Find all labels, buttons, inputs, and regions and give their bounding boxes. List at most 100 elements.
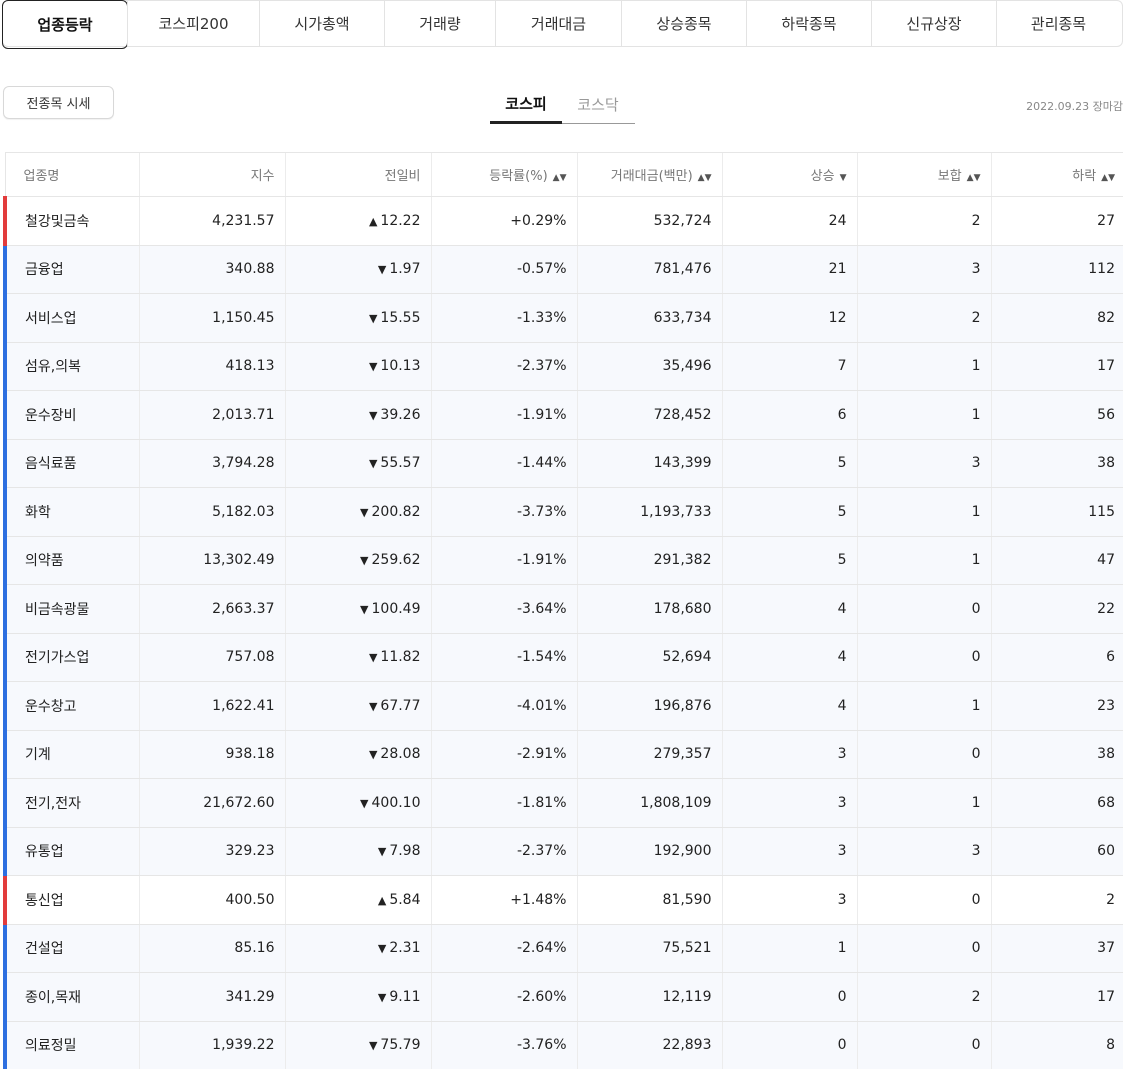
col-rate[interactable]: 등락률(%) ▲▼ bbox=[430, 152, 577, 197]
amount-value: 279,357 bbox=[576, 730, 722, 779]
amount-value: 52,694 bbox=[576, 633, 722, 682]
amount-value: 12,119 bbox=[576, 972, 722, 1022]
tab-0[interactable]: 업종등락 bbox=[2, 0, 128, 49]
tab-7[interactable]: 신규상장 bbox=[871, 1, 996, 46]
flat-count: 0 bbox=[856, 730, 991, 779]
sector-name[interactable]: 통신업 bbox=[3, 875, 139, 925]
sort-icon[interactable]: ▲▼ bbox=[967, 173, 981, 183]
sector-name[interactable]: 건설업 bbox=[3, 924, 139, 973]
table-row[interactable]: 기계 938.18 ▼ 28.08 -2.91% 279,357 3 0 38 bbox=[3, 730, 1123, 779]
change-cell: ▼ 75.79 bbox=[284, 1021, 431, 1069]
sector-name[interactable]: 서비스업 bbox=[3, 293, 139, 343]
amount-value: 1,808,109 bbox=[576, 778, 722, 828]
change-cell: ▼ 39.26 bbox=[284, 390, 431, 440]
sector-name[interactable]: 유통업 bbox=[3, 827, 139, 876]
sector-name[interactable]: 철강및금속 bbox=[3, 196, 139, 246]
col-flat[interactable]: 보합 ▲▼ bbox=[856, 152, 991, 197]
rise-count: 1 bbox=[721, 924, 857, 973]
col-fall[interactable]: 하락 ▲▼ bbox=[990, 152, 1123, 197]
fall-count: 17 bbox=[990, 342, 1123, 391]
col-rise[interactable]: 상승 ▼ bbox=[721, 152, 857, 197]
tab-kosdaq[interactable]: 코스닥 bbox=[562, 86, 634, 122]
table-row[interactable]: 서비스업 1,150.45 ▼ 15.55 -1.33% 633,734 12 2 82 bbox=[3, 293, 1123, 343]
sector-name[interactable]: 의약품 bbox=[3, 536, 139, 585]
sort-icon[interactable]: ▲▼ bbox=[553, 173, 567, 183]
arrow-down-icon: ▼ bbox=[360, 554, 369, 568]
tab-6[interactable]: 하락종목 bbox=[746, 1, 871, 46]
table-row[interactable]: 유통업 329.23 ▼ 7.98 -2.37% 192,900 3 3 60 bbox=[3, 827, 1123, 876]
change-value: 200.82 bbox=[371, 503, 421, 520]
table-row[interactable]: 섬유,의복 418.13 ▼ 10.13 -2.37% 35,496 7 1 17 bbox=[3, 342, 1123, 391]
amount-value: 196,876 bbox=[576, 681, 722, 731]
sector-name[interactable]: 전기가스업 bbox=[3, 633, 139, 682]
flat-count: 3 bbox=[856, 245, 991, 294]
tab-4[interactable]: 거래대금 bbox=[495, 1, 621, 46]
flat-count: 3 bbox=[856, 439, 991, 488]
sort-icon[interactable]: ▲▼ bbox=[1101, 173, 1115, 183]
table-row[interactable]: 비금속광물 2,663.37 ▼ 100.49 -3.64% 178,680 4 0 22 bbox=[3, 584, 1123, 634]
arrow-down-icon: ▼ bbox=[377, 263, 387, 277]
market-date: 2022.09.23 장마감 bbox=[1026, 100, 1123, 113]
index-value: 340.88 bbox=[138, 245, 285, 294]
rate-value: -3.76% bbox=[430, 1021, 577, 1069]
table-row[interactable]: 의료정밀 1,939.22 ▼ 75.79 -3.76% 22,893 0 0 8 bbox=[3, 1021, 1123, 1069]
tab-8[interactable]: 관리종목 bbox=[996, 1, 1120, 46]
tab-5[interactable]: 상승종목 bbox=[621, 1, 746, 46]
arrow-down-icon: ▼ bbox=[368, 408, 378, 422]
index-value: 1,622.41 bbox=[138, 681, 285, 731]
sector-name[interactable]: 종이,목재 bbox=[3, 972, 139, 1022]
rate-value: -1.33% bbox=[430, 293, 577, 343]
sector-name[interactable]: 기계 bbox=[3, 730, 139, 779]
sector-name[interactable]: 운수창고 bbox=[3, 681, 139, 731]
tab-3[interactable]: 거래량 bbox=[384, 1, 495, 46]
table-row[interactable]: 음식료품 3,794.28 ▼ 55.57 -1.44% 143,399 5 3 38 bbox=[3, 439, 1123, 488]
table-row[interactable]: 전기,전자 21,672.60 ▼ 400.10 -1.81% 1,808,109 3 1 68 bbox=[3, 778, 1123, 828]
flat-count: 1 bbox=[856, 487, 991, 537]
rise-count: 24 bbox=[721, 196, 857, 246]
rate-value: -3.73% bbox=[430, 487, 577, 537]
sector-table: 업종명 지수 전일비 등락률(%) ▲▼ 거래대금(백만) ▲▼ 상승 ▼ 보합 ▲▼ … bbox=[3, 152, 1123, 1069]
table-row[interactable]: 건설업 85.16 ▼ 2.31 -2.64% 75,521 1 0 37 bbox=[3, 924, 1123, 973]
sort-desc-icon[interactable]: ▼ bbox=[840, 173, 847, 183]
change-value: 5.84 bbox=[389, 891, 421, 908]
rise-count: 5 bbox=[721, 487, 857, 537]
arrow-up-icon: ▲ bbox=[368, 214, 378, 228]
tab-1[interactable]: 코스피200 bbox=[127, 1, 259, 46]
table-row[interactable]: 종이,목재 341.29 ▼ 9.11 -2.60% 12,119 0 2 17 bbox=[3, 972, 1123, 1022]
index-value: 85.16 bbox=[138, 924, 285, 973]
table-row[interactable]: 운수창고 1,622.41 ▼ 67.77 -4.01% 196,876 4 1 23 bbox=[3, 681, 1123, 731]
table-row[interactable]: 의약품 13,302.49 ▼ 259.62 -1.91% 291,382 5 1 47 bbox=[3, 536, 1123, 585]
fall-count: 37 bbox=[990, 924, 1123, 973]
table-row[interactable]: 철강및금속 4,231.57 ▲ 12.22 +0.29% 532,724 24 2 27 bbox=[3, 196, 1123, 246]
change-value: 28.08 bbox=[380, 746, 421, 763]
sector-name[interactable]: 비금속광물 bbox=[3, 584, 139, 634]
table-row[interactable]: 통신업 400.50 ▲ 5.84 +1.48% 81,590 3 0 2 bbox=[3, 875, 1123, 925]
table-row[interactable]: 화학 5,182.03 ▼ 200.82 -3.73% 1,193,733 5 1 115 bbox=[3, 487, 1123, 537]
change-value: 10.13 bbox=[380, 358, 421, 375]
change-cell: ▲ 12.22 bbox=[284, 196, 431, 246]
rise-count: 4 bbox=[721, 584, 857, 634]
tab-2[interactable]: 시가총액 bbox=[259, 1, 384, 46]
change-cell: ▼ 400.10 bbox=[284, 778, 431, 828]
sector-name[interactable]: 의료정밀 bbox=[3, 1021, 139, 1069]
sector-name[interactable]: 화학 bbox=[3, 487, 139, 537]
tab-kospi[interactable]: 코스피 bbox=[490, 86, 562, 124]
change-value: 15.55 bbox=[380, 309, 421, 326]
table-row[interactable]: 금융업 340.88 ▼ 1.97 -0.57% 781,476 21 3 112 bbox=[3, 245, 1123, 294]
sector-name[interactable]: 섬유,의복 bbox=[3, 342, 139, 391]
change-cell: ▼ 259.62 bbox=[284, 536, 431, 585]
sector-name[interactable]: 금융업 bbox=[3, 245, 139, 294]
table-row[interactable]: 운수장비 2,013.71 ▼ 39.26 -1.91% 728,452 6 1 56 bbox=[3, 390, 1123, 440]
col-amount[interactable]: 거래대금(백만) ▲▼ bbox=[576, 152, 722, 197]
flat-count: 0 bbox=[856, 633, 991, 682]
flat-count: 2 bbox=[856, 196, 991, 246]
sector-name[interactable]: 운수장비 bbox=[3, 390, 139, 440]
sort-icon[interactable]: ▲▼ bbox=[698, 173, 712, 183]
sector-name[interactable]: 음식료품 bbox=[3, 439, 139, 488]
sector-name[interactable]: 전기,전자 bbox=[3, 778, 139, 828]
col-change: 전일비 bbox=[284, 152, 431, 197]
table-row[interactable]: 전기가스업 757.08 ▼ 11.82 -1.54% 52,694 4 0 6 bbox=[3, 633, 1123, 682]
all-stocks-button[interactable]: 전종목 시세 bbox=[3, 86, 114, 119]
market-tabs: 코스피 코스닥 bbox=[490, 86, 635, 124]
index-value: 21,672.60 bbox=[138, 778, 285, 828]
